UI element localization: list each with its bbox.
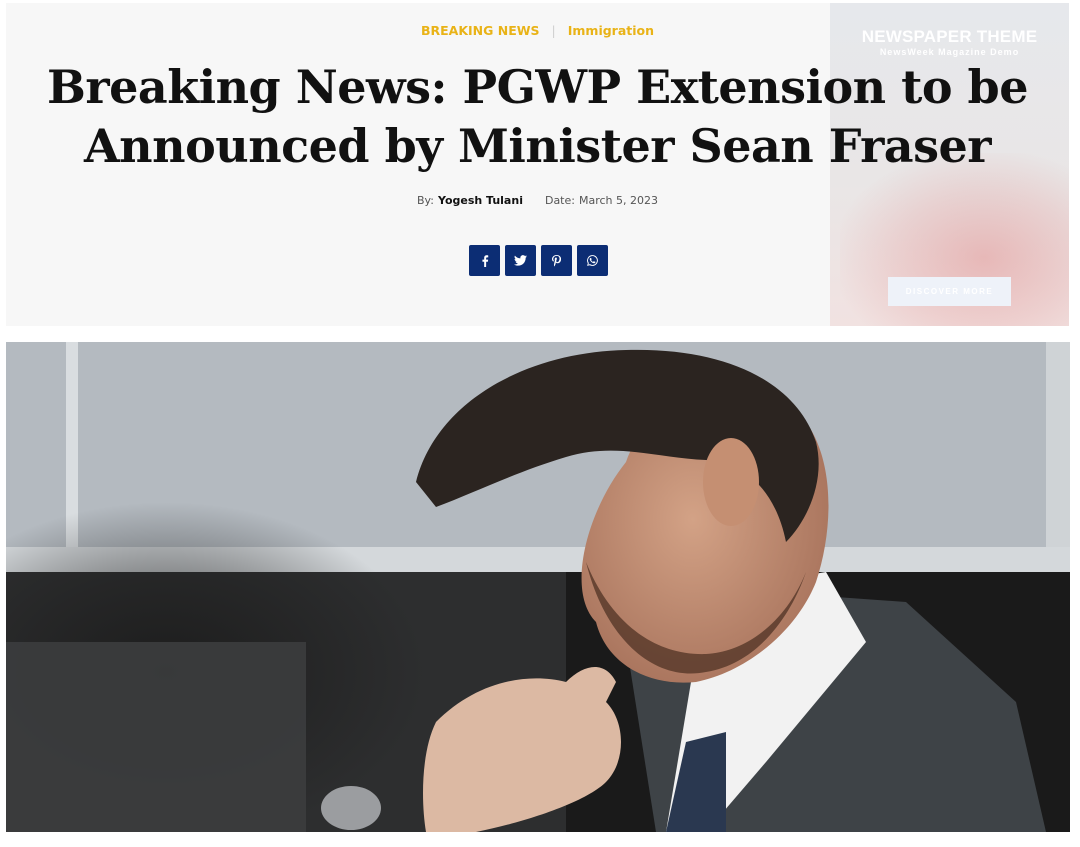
article-header: NEWSPAPER THEME NewsWeek Magazine Demo D… — [6, 3, 1069, 326]
whatsapp-icon — [587, 255, 598, 266]
share-buttons — [469, 245, 608, 276]
facebook-icon — [481, 254, 488, 267]
pinterest-icon — [552, 254, 561, 266]
share-whatsapp-button[interactable] — [577, 245, 608, 276]
category-breaking-news[interactable]: BREAKING NEWS — [421, 23, 540, 38]
featured-image — [6, 342, 1070, 832]
share-facebook-button[interactable] — [469, 245, 500, 276]
twitter-icon — [514, 255, 527, 266]
promo-subtitle: NewsWeek Magazine Demo — [879, 47, 1020, 57]
share-twitter-button[interactable] — [505, 245, 536, 276]
article-title: Breaking News: PGWP Extension to be Anno… — [47, 60, 1028, 173]
date-label: Date: — [544, 194, 575, 207]
share-pinterest-button[interactable] — [541, 245, 572, 276]
by-label: By: — [417, 194, 434, 207]
publish-date: March 5, 2023 — [578, 194, 658, 207]
featured-photo — [6, 342, 1070, 832]
author-link[interactable]: Yogesh Tulani — [438, 194, 523, 207]
article-meta: By: Yogesh Tulani Date: March 5, 2023 — [6, 194, 1069, 207]
category-list: BREAKING NEWS | Immigration — [6, 23, 1069, 38]
category-separator: | — [551, 23, 556, 38]
category-immigration[interactable]: Immigration — [568, 23, 654, 38]
discover-more-button[interactable]: DISCOVER MORE — [888, 277, 1011, 306]
